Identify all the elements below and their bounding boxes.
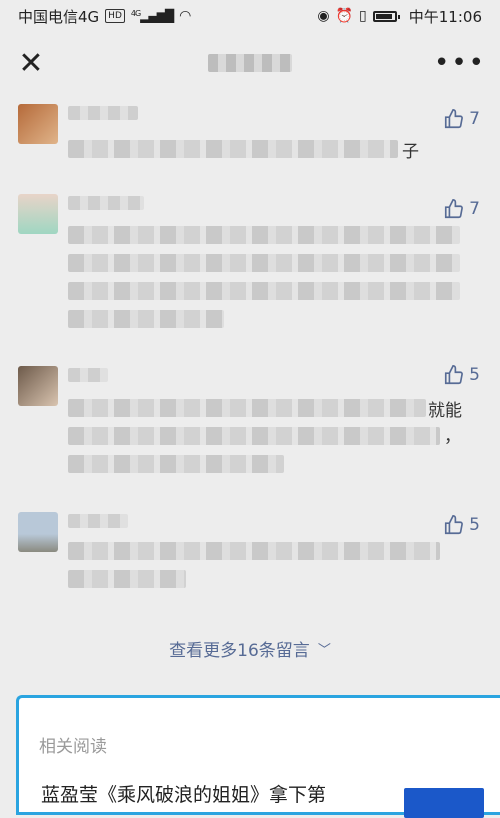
- comment-item: 5: [0, 512, 500, 592]
- like-count: 5: [469, 365, 480, 385]
- thumbs-up-icon: [445, 365, 464, 385]
- like-button[interactable]: 5: [443, 514, 480, 536]
- comment-item: 就能 ， 5: [0, 364, 500, 476]
- view-more-comments-label: 查看更多16条留言: [169, 641, 310, 661]
- comment-text-blurred: [68, 427, 440, 445]
- comment-text-blurred: [68, 310, 224, 328]
- related-article-title[interactable]: 蓝盈莹《乘风破浪的姐姐》拿下第: [41, 780, 326, 807]
- like-count: 5: [469, 515, 480, 535]
- wifi-icon: ◠: [179, 8, 192, 24]
- like-count: 7: [469, 199, 480, 219]
- like-button[interactable]: 7: [443, 198, 480, 220]
- avatar[interactable]: [18, 366, 58, 406]
- chevron-down-icon: ﹀: [317, 643, 331, 658]
- eye-icon: ◉: [317, 8, 330, 24]
- thumbs-up-icon: [445, 199, 464, 219]
- page-title-blurred: [208, 54, 292, 72]
- view-more-comments-link[interactable]: 查看更多16条留言 ﹀: [0, 636, 500, 661]
- hd-icon: HD: [105, 9, 125, 23]
- comment-text-blurred: [68, 542, 440, 560]
- comment-text-blurred: [68, 282, 460, 300]
- related-article-thumbnail[interactable]: [404, 788, 484, 818]
- commenter-name-blurred: [68, 368, 108, 382]
- battery-icon: [372, 10, 400, 22]
- avatar[interactable]: [18, 194, 58, 234]
- vibrate-icon: ▯: [359, 8, 367, 24]
- comment-text-blurred: [68, 226, 460, 244]
- like-button[interactable]: 5: [443, 364, 480, 386]
- network-type: 4G: [130, 9, 141, 18]
- comment-text-blurred: [68, 254, 460, 272]
- commenter-name-blurred: [68, 106, 138, 120]
- comment-text-tail: ，: [444, 427, 461, 447]
- related-reading-card[interactable]: 相关阅读 蓝盈莹《乘风破浪的姐姐》拿下第: [16, 695, 500, 818]
- carrier-label: 中国电信4G: [18, 7, 100, 26]
- more-options-icon[interactable]: •••: [434, 48, 486, 78]
- comment-text-blurred: [68, 140, 398, 158]
- status-bar: 中国电信4G HD 4G▂▄▆█ ◠ ◉ ⏰ ▯ 中午11:06: [0, 0, 500, 32]
- commenter-name-blurred: [68, 196, 144, 210]
- commenter-name-blurred: [68, 514, 128, 528]
- comment-item: 7: [0, 194, 500, 334]
- clock-time: 中午11:06: [408, 7, 482, 26]
- comment-text-blurred: [68, 570, 186, 588]
- thumbs-up-icon: [445, 109, 464, 129]
- nav-bar: ✕ •••: [0, 32, 500, 94]
- related-reading-label: 相关阅读: [39, 737, 107, 757]
- close-icon[interactable]: ✕: [14, 46, 48, 81]
- comment-text-tail: 子: [402, 142, 419, 162]
- signal-icon: 4G▂▄▆█: [130, 9, 174, 23]
- alarm-icon: ⏰: [335, 8, 354, 24]
- like-button[interactable]: 7: [443, 108, 480, 130]
- comment-text-tail: 就能: [428, 401, 462, 421]
- comment-text-blurred: [68, 455, 284, 473]
- comment-item: 子 7: [0, 104, 500, 174]
- avatar[interactable]: [18, 104, 58, 144]
- avatar[interactable]: [18, 512, 58, 552]
- thumbs-up-icon: [445, 515, 464, 535]
- like-count: 7: [469, 109, 480, 129]
- comment-text-blurred: [68, 399, 426, 417]
